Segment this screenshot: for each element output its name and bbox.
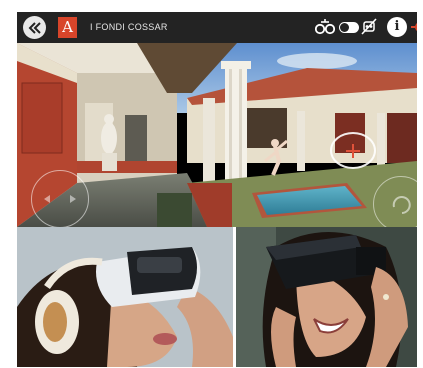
rotate-icon [392,196,411,214]
app-logo: A [58,17,77,38]
double-chevron-left-icon [28,21,41,34]
rotate-control[interactable] [373,176,417,227]
app-frame: A I FONDI COSSAR i [17,12,417,367]
gear-icon [411,23,417,31]
logo-letter: A [62,18,73,36]
vr-scene-viewport[interactable] [17,43,417,227]
mode-toggle[interactable] [339,22,359,33]
settings-button[interactable] [411,18,417,36]
move-joystick-icon [44,195,76,203]
add-hotspot-button[interactable] [330,132,376,169]
photo-vr-headset-woman-left [17,227,233,367]
plus-icon [346,143,360,158]
back-button[interactable] [23,16,46,39]
vr-headset-button[interactable] [315,18,335,36]
toggle-knob [340,23,349,32]
app-title: I FONDI COSSAR [90,22,168,32]
cardboard-button[interactable] [361,18,377,36]
info-button[interactable]: i [387,17,407,37]
photo-vr-headset-woman-right [236,227,417,367]
move-joystick[interactable] [31,170,89,227]
top-bar: A I FONDI COSSAR i [17,12,417,43]
cardboard-off-icon [361,18,377,35]
vr-headset-icon [315,19,335,35]
